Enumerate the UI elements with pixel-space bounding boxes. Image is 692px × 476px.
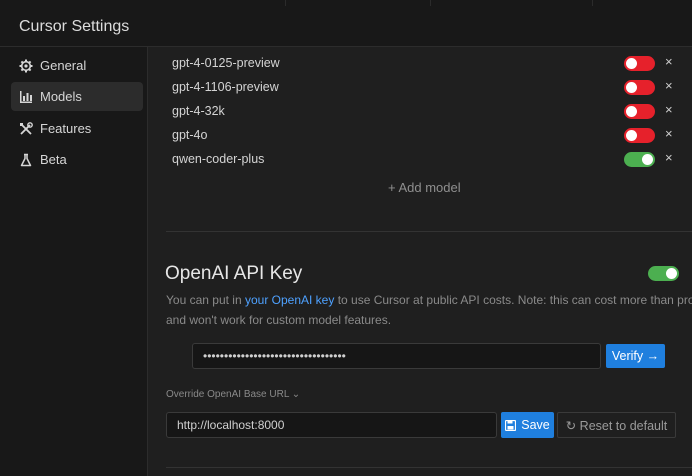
section-divider (166, 231, 692, 232)
remove-model-icon[interactable]: × (665, 78, 673, 93)
save-button[interactable]: Save (501, 412, 554, 438)
gear-icon (19, 59, 33, 73)
model-toggle[interactable] (624, 56, 655, 71)
reset-to-default-button[interactable]: ↻ Reset to default (557, 412, 676, 438)
model-name: gpt-4-32k (172, 104, 225, 118)
bar-chart-icon (19, 90, 33, 104)
remove-model-icon[interactable]: × (665, 150, 673, 165)
save-icon (505, 419, 517, 431)
section-divider (166, 467, 692, 468)
sidebar-item-beta[interactable]: Beta (11, 145, 143, 174)
api-key-input[interactable]: •••••••••••••••••••••••••••••••••• (192, 343, 601, 369)
tools-icon (19, 121, 33, 136)
openai-description-line2: and won't work for custom model features… (166, 313, 392, 327)
sidebar-item-label: Beta (40, 152, 67, 167)
model-row: gpt-4-0125-preview × (148, 52, 692, 76)
sidebar-item-features[interactable]: Features (11, 114, 143, 143)
openai-description: You can put in your OpenAI key to use Cu… (166, 293, 692, 307)
models-settings-panel: gpt-4-0125-preview × gpt-4-1106-preview … (148, 47, 692, 476)
description-text: You can put in (166, 293, 245, 307)
openai-key-link[interactable]: your OpenAI key (245, 293, 334, 307)
model-name: gpt-4-1106-preview (172, 80, 279, 94)
openai-key-toggle[interactable] (648, 266, 679, 281)
model-toggle[interactable] (624, 80, 655, 95)
model-name: gpt-4-0125-preview (172, 56, 280, 70)
remove-model-icon[interactable]: × (665, 54, 673, 69)
page-title: Cursor Settings (19, 18, 130, 35)
override-base-url-toggle[interactable]: Override OpenAI Base URL ⌄ (166, 389, 300, 400)
sidebar-item-general[interactable]: General (11, 51, 143, 80)
remove-model-icon[interactable]: × (665, 126, 673, 141)
model-toggle[interactable] (624, 128, 655, 143)
sidebar-item-label: Features (40, 121, 92, 136)
description-text: to use Cursor at public API costs. Note:… (334, 293, 692, 307)
model-row: gpt-4-32k × (148, 100, 692, 124)
sidebar: General Models Features Beta (0, 47, 148, 476)
sidebar-item-label: Models (40, 89, 82, 104)
model-toggle[interactable] (624, 104, 655, 119)
base-url-input[interactable]: http://localhost:8000 (166, 412, 497, 438)
model-name: gpt-4o (172, 128, 208, 142)
model-name: qwen-coder-plus (172, 152, 265, 166)
add-model-button[interactable]: + Add model (388, 180, 461, 195)
model-row: gpt-4-1106-preview × (148, 76, 692, 100)
section-title: OpenAI API Key (165, 263, 303, 284)
sidebar-item-models[interactable]: Models (11, 82, 143, 111)
model-row: qwen-coder-plus × (148, 148, 692, 172)
model-row: gpt-4o × (148, 124, 692, 148)
verify-button[interactable]: Verify → (606, 344, 665, 368)
flask-icon (19, 153, 33, 167)
model-toggle[interactable] (624, 152, 655, 167)
save-label: Save (521, 418, 550, 432)
remove-model-icon[interactable]: × (665, 102, 673, 117)
sidebar-item-label: General (40, 58, 87, 73)
settings-header: Cursor Settings (0, 6, 692, 47)
